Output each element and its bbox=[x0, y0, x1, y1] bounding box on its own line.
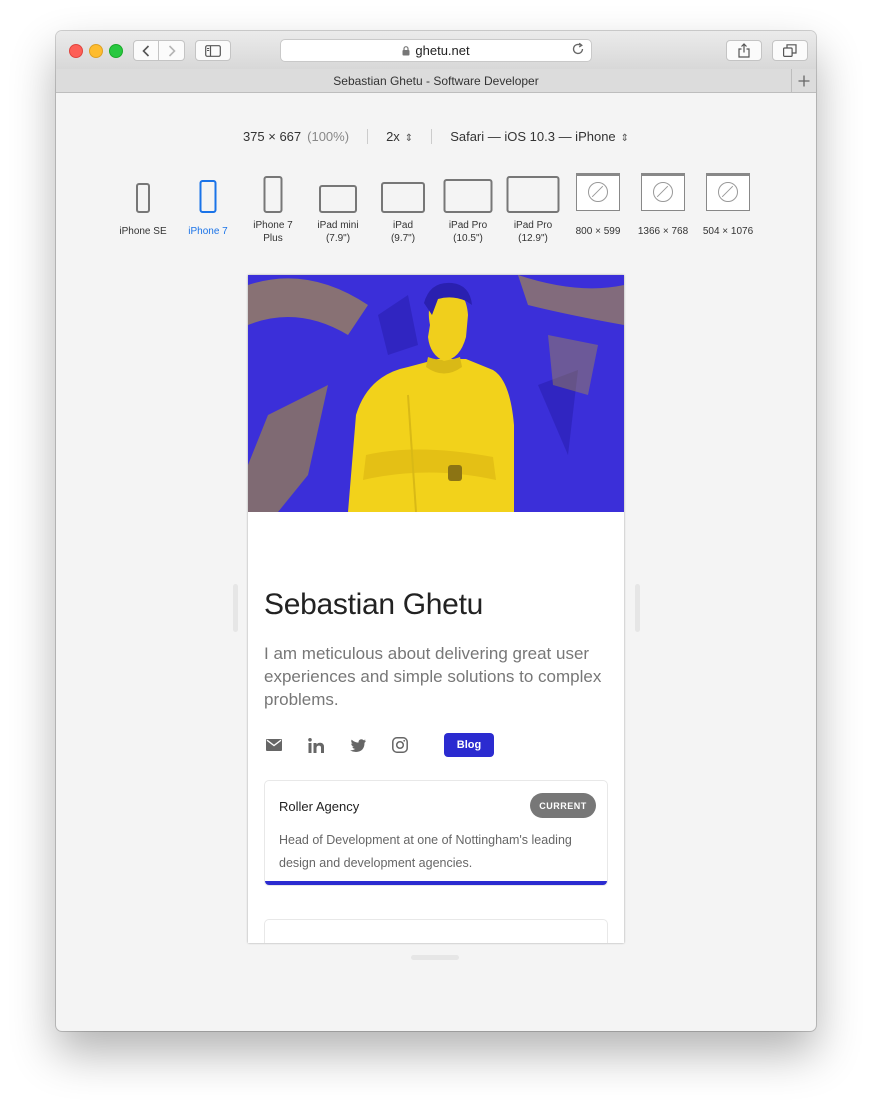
device-label: 504 × 1076 bbox=[702, 226, 754, 237]
back-button[interactable] bbox=[133, 40, 159, 61]
minimize-window-button[interactable] bbox=[89, 44, 103, 58]
twitter-icon[interactable] bbox=[348, 735, 368, 755]
device-ipad-pro-10-5[interactable]: iPad Pro (10.5") bbox=[433, 171, 503, 244]
device-ipad-pro-12-9[interactable]: iPad Pro (12.9") bbox=[498, 171, 568, 244]
hero-photo bbox=[248, 275, 624, 512]
device-ipad-mini[interactable]: iPad mini (7.9") bbox=[303, 171, 373, 244]
device-label: iPad Pro (10.5") bbox=[448, 220, 488, 244]
linkedin-icon[interactable] bbox=[306, 735, 326, 755]
device-label: 1366 × 768 bbox=[637, 226, 689, 237]
lock-icon bbox=[402, 45, 410, 55]
phone-icon bbox=[173, 171, 243, 215]
resize-handle-bottom[interactable] bbox=[411, 955, 459, 960]
compass-icon bbox=[563, 171, 633, 215]
device-label: iPhone SE bbox=[119, 226, 167, 237]
accent-underline bbox=[265, 881, 607, 885]
device-ipad[interactable]: iPad (9.7") bbox=[368, 171, 438, 244]
device-iphone-7[interactable]: iPhone 7 bbox=[173, 171, 243, 237]
share-icon bbox=[738, 43, 750, 58]
device-iphone-7-plus[interactable]: iPhone 7 Plus bbox=[238, 171, 308, 244]
device-viewport: Sebastian Ghetu I am meticulous about de… bbox=[248, 275, 624, 943]
instagram-icon[interactable] bbox=[390, 735, 410, 755]
blog-button[interactable]: Blog bbox=[444, 733, 494, 757]
responsive-design-toolbar: 375 × 667 (100%) 2x ⇕ Safari — iOS 10.3 —… bbox=[56, 129, 816, 144]
url-text: ghetu.net bbox=[415, 43, 470, 58]
tablet-icon bbox=[433, 171, 503, 215]
user-agent-value: Safari — iOS 10.3 — iPhone bbox=[450, 129, 616, 144]
pixel-ratio-select[interactable]: 2x ⇕ bbox=[386, 129, 413, 144]
zoom-percent: (100%) bbox=[307, 129, 350, 144]
profile-bio: I am meticulous about delivering great u… bbox=[264, 644, 602, 709]
device-504x1076[interactable]: 504 × 1076 bbox=[693, 171, 763, 237]
pixel-ratio-value: 2x bbox=[386, 129, 400, 144]
updown-chevron-icon: ⇕ bbox=[620, 133, 630, 144]
divider bbox=[367, 129, 369, 144]
sidebar-toggle-button[interactable] bbox=[195, 40, 231, 61]
status-badge: CURRENT bbox=[530, 793, 596, 818]
profile-name: Sebastian Ghetu bbox=[264, 588, 483, 621]
device-label: iPad (9.7") bbox=[390, 220, 416, 244]
chevron-left-icon bbox=[142, 44, 150, 57]
device-label: iPad Pro (12.9") bbox=[513, 220, 553, 244]
tab-bar: Sebastian Ghetu - Software Developer bbox=[56, 69, 816, 93]
resize-handle-right[interactable] bbox=[635, 584, 640, 632]
plus-icon bbox=[798, 75, 810, 86]
browser-toolbar: ghetu.net bbox=[56, 31, 816, 70]
updown-chevron-icon: ⇕ bbox=[404, 133, 414, 144]
forward-button[interactable] bbox=[159, 40, 185, 61]
sidebar-icon bbox=[205, 44, 221, 57]
company-name: Roller Agency bbox=[279, 799, 360, 814]
compass-icon bbox=[628, 171, 698, 215]
experience-card[interactable]: Roller Agency CURRENT Head of Developmen… bbox=[264, 780, 608, 886]
user-agent-select[interactable]: Safari — iOS 10.3 — iPhone ⇕ bbox=[450, 129, 629, 144]
tabs-overview-button[interactable] bbox=[772, 40, 808, 61]
resize-handle-left[interactable] bbox=[233, 584, 238, 632]
device-label: iPad mini (7.9") bbox=[317, 220, 359, 244]
tablet-icon bbox=[368, 171, 438, 215]
viewport-dimensions[interactable]: 375 × 667 bbox=[243, 129, 301, 144]
mail-icon[interactable] bbox=[264, 735, 284, 755]
reload-icon[interactable] bbox=[571, 42, 585, 56]
device-1366x768[interactable]: 1366 × 768 bbox=[628, 171, 698, 237]
device-800x599[interactable]: 800 × 599 bbox=[563, 171, 633, 237]
share-button[interactable] bbox=[726, 40, 762, 61]
device-label: iPhone 7 Plus bbox=[253, 220, 293, 244]
role-description: Head of Development at one of Nottingham… bbox=[279, 833, 572, 870]
browser-window: ghetu.net Sebastian Ghetu - Software Dev… bbox=[56, 31, 816, 1031]
chevron-right-icon bbox=[168, 44, 176, 57]
history-navigation bbox=[133, 40, 185, 61]
portrait-image bbox=[248, 275, 624, 512]
tablet-icon bbox=[303, 171, 373, 215]
device-label: 800 × 599 bbox=[575, 226, 621, 237]
close-window-button[interactable] bbox=[69, 44, 83, 58]
zoom-window-button[interactable] bbox=[109, 44, 123, 58]
divider bbox=[431, 129, 433, 144]
compass-icon bbox=[693, 171, 763, 215]
experience-card-partial[interactable] bbox=[264, 919, 608, 943]
tablet-icon bbox=[498, 171, 568, 215]
device-label: iPhone 7 bbox=[188, 226, 228, 237]
tabs-icon bbox=[783, 44, 797, 57]
device-presets: iPhone SE iPhone 7 iPhone 7 Plus iPad mi… bbox=[56, 171, 816, 251]
tab-title[interactable]: Sebastian Ghetu - Software Developer bbox=[333, 74, 538, 88]
phone-icon bbox=[238, 171, 308, 215]
social-links: Blog bbox=[264, 732, 494, 758]
new-tab-button[interactable] bbox=[791, 69, 816, 92]
phone-icon bbox=[108, 171, 178, 215]
address-bar[interactable]: ghetu.net bbox=[280, 39, 592, 62]
device-iphone-se[interactable]: iPhone SE bbox=[108, 171, 178, 237]
